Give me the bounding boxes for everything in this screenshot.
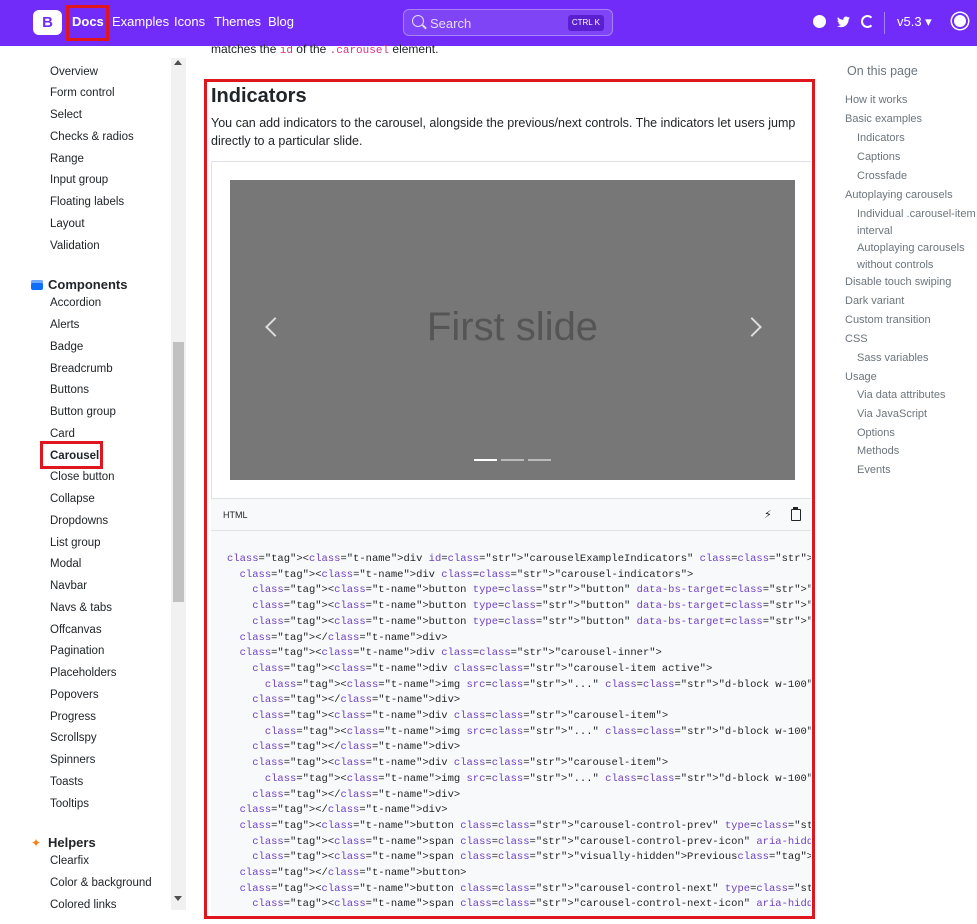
nav-link-themes[interactable]: Themes: [214, 14, 261, 29]
sidebar-item-range[interactable]: Range: [50, 153, 84, 165]
toc-item[interactable]: Via JavaScript: [857, 406, 977, 423]
sidebar-item-collapse[interactable]: Collapse: [50, 493, 95, 505]
nav-link-examples[interactable]: Examples: [112, 14, 169, 29]
magic-wand-icon: ✦: [31, 835, 42, 850]
docs-sidebar: Overview Form control Select Checks & ra…: [0, 46, 190, 924]
sidebar-group-helpers: ✦ Helpers: [31, 835, 96, 850]
toc-item[interactable]: Individual .carousel-item interval: [857, 206, 977, 240]
sidebar-item-button-group[interactable]: Button group: [50, 406, 116, 418]
sidebar-item-progress[interactable]: Progress: [50, 711, 96, 723]
inline-code: .carousel: [329, 45, 390, 57]
sidebar-item-scrollspy[interactable]: Scrollspy: [50, 732, 97, 744]
sidebar-item-toasts[interactable]: Toasts: [50, 776, 83, 788]
sidebar-item-list-group[interactable]: List group: [50, 537, 101, 549]
navbar-divider: [884, 12, 885, 34]
sidebar-item-input-group[interactable]: Input group: [50, 174, 108, 186]
search-button[interactable]: Search CTRL K: [403, 9, 613, 36]
sidebar-item-breadcrumb[interactable]: Breadcrumb: [50, 363, 113, 375]
text-fragment: of the: [296, 42, 327, 56]
previous-paragraph-tail: matches the id of the .carousel element.: [211, 42, 438, 57]
sidebar-item-buttons[interactable]: Buttons: [50, 384, 89, 396]
sidebar-group-components: Components: [31, 277, 127, 292]
toc-item[interactable]: Captions: [857, 149, 977, 166]
inline-code: id: [279, 45, 293, 57]
sidebar-item-checks-radios[interactable]: Checks & radios: [50, 131, 134, 143]
toc-item[interactable]: Basic examples: [845, 111, 975, 128]
toc-item[interactable]: Sass variables: [857, 350, 977, 367]
search-label: Search: [430, 16, 472, 31]
toc-item[interactable]: Crossfade: [857, 168, 977, 185]
toc-item[interactable]: How it works: [845, 92, 975, 109]
sidebar-item-navbar[interactable]: Navbar: [50, 580, 87, 592]
sidebar-item-overview[interactable]: Overview: [50, 66, 98, 78]
sidebar-group-label: Components: [48, 277, 128, 292]
sidebar-item-layout[interactable]: Layout: [50, 218, 85, 230]
sidebar-item-pagination[interactable]: Pagination: [50, 645, 104, 657]
components-icon: [31, 279, 43, 290]
sidebar-item-floating-labels[interactable]: Floating labels: [50, 196, 124, 208]
sidebar-item-tooltips[interactable]: Tooltips: [50, 798, 89, 810]
toc-item[interactable]: CSS: [845, 331, 975, 348]
search-shortcut: CTRL K: [567, 15, 604, 31]
highlight-docs: [66, 5, 109, 41]
toc-item[interactable]: Via data attributes: [857, 387, 977, 404]
text-fragment: matches the: [211, 42, 277, 56]
scroll-up-arrow-icon[interactable]: [174, 60, 182, 65]
opencollective-icon[interactable]: [861, 15, 874, 28]
sidebar-item-accordion[interactable]: Accordion: [50, 297, 101, 309]
sidebar-item-form-control[interactable]: Form control: [50, 87, 115, 99]
nav-link-blog[interactable]: Blog: [268, 14, 294, 29]
sidebar-item-modal[interactable]: Modal: [50, 558, 81, 570]
toc-title: On this page: [847, 64, 918, 78]
toc-item[interactable]: Autoplaying carousels without controls: [857, 240, 977, 274]
bootstrap-logo[interactable]: B: [33, 10, 62, 35]
nav-link-icons[interactable]: Icons: [174, 14, 205, 29]
sidebar-group-label: Helpers: [48, 835, 96, 850]
sidebar-item-placeholders[interactable]: Placeholders: [50, 667, 116, 679]
github-icon[interactable]: [813, 15, 826, 28]
toc-item[interactable]: Disable touch swiping: [845, 274, 975, 291]
sidebar-item-select[interactable]: Select: [50, 109, 82, 121]
sidebar-scrollbar-thumb[interactable]: [173, 342, 184, 602]
toc-item[interactable]: Indicators: [857, 130, 977, 147]
toc-item[interactable]: Autoplaying carousels: [845, 187, 975, 204]
sidebar-item-color-background[interactable]: Color & background: [50, 877, 152, 889]
sidebar-item-validation[interactable]: Validation: [50, 240, 100, 252]
text-fragment: element.: [392, 42, 439, 56]
scroll-down-arrow-icon[interactable]: [174, 896, 182, 901]
toc-item[interactable]: Events: [857, 462, 977, 479]
version-dropdown[interactable]: v5.3 ▾: [897, 14, 932, 30]
toc-item[interactable]: Methods: [857, 443, 977, 460]
top-navbar: B Docs Examples Icons Themes Blog Search…: [0, 0, 977, 46]
sidebar-item-clearfix[interactable]: Clearfix: [50, 855, 89, 867]
sidebar-item-alerts[interactable]: Alerts: [50, 319, 79, 331]
highlight-indicators-section: [204, 79, 815, 919]
sidebar-item-offcanvas[interactable]: Offcanvas: [50, 624, 102, 636]
highlight-carousel: [40, 441, 103, 469]
sidebar-item-spinners[interactable]: Spinners: [50, 754, 95, 766]
twitter-icon[interactable]: [837, 15, 850, 28]
toc-item[interactable]: Usage: [845, 369, 975, 386]
toc-item[interactable]: Dark variant: [845, 293, 975, 310]
toc-item[interactable]: Custom transition: [845, 312, 975, 329]
sidebar-item-badge[interactable]: Badge: [50, 341, 83, 353]
sidebar-item-dropdowns[interactable]: Dropdowns: [50, 515, 108, 527]
toc-item[interactable]: Options: [857, 425, 977, 442]
sidebar-item-popovers[interactable]: Popovers: [50, 689, 99, 701]
sidebar-item-navs-tabs[interactable]: Navs & tabs: [50, 602, 112, 614]
search-icon: [412, 15, 424, 27]
sidebar-item-colored-links[interactable]: Colored links: [50, 899, 116, 911]
theme-toggle-icon[interactable]: [954, 15, 966, 27]
sidebar-item-card[interactable]: Card: [50, 428, 75, 440]
sidebar-item-close-button[interactable]: Close button: [50, 471, 115, 483]
